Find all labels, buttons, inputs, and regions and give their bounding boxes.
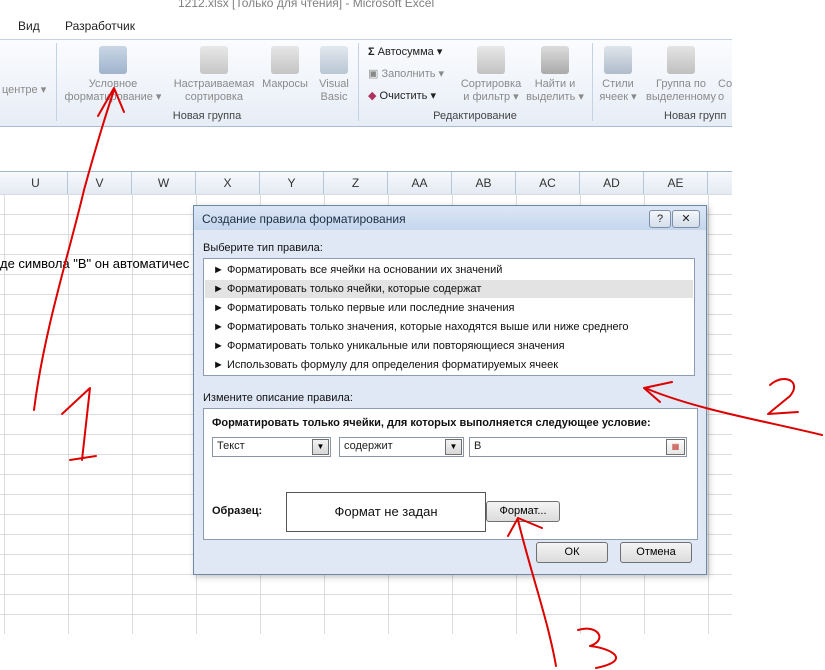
annotation-arrowhead-2 <box>643 381 673 403</box>
annotation-digit-3 <box>577 627 618 669</box>
annotation-layer <box>33 87 823 669</box>
annotation-arrowhead-3 <box>507 517 543 537</box>
annotation-digit-1 <box>61 387 97 461</box>
annotation-arrow-1 <box>33 89 115 411</box>
annotation-arrow-3 <box>517 519 557 667</box>
annotation-digit-2 <box>767 378 799 415</box>
